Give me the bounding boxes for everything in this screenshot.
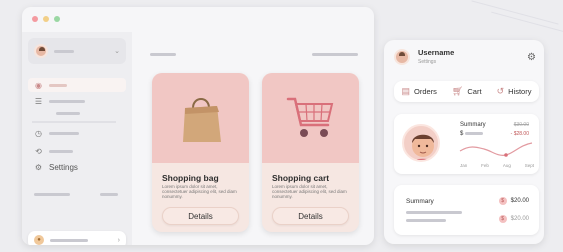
line-placeholder <box>406 219 446 222</box>
bottom-summary-card: Summary $ $20.00 $ $20.00 <box>394 185 539 235</box>
sidebar-item-profile[interactable]: ◉ <box>28 78 126 92</box>
clock-icon: ◷ <box>35 128 42 138</box>
gear-icon: ⚙ <box>34 162 43 172</box>
user-subtitle: Settings <box>418 59 437 65</box>
amount-row: $ $20.00 <box>498 197 529 205</box>
header-placeholder <box>150 53 176 56</box>
clipboard-icon: ▤ <box>401 86 411 96</box>
user-panel: Username Settings ⚙ ▤ Orders 🛒︎ Cart ↺ H… <box>384 40 544 244</box>
sidebar-subitem-placeholder <box>56 112 80 115</box>
product-card-bag: Shopping bag Lorem ipsum dolor sit amet,… <box>152 73 249 232</box>
user-portrait-image <box>412 134 434 160</box>
tab-label: Cart <box>467 87 482 96</box>
product-card-cart: Shopping cart Lorem ipsum dolor sit amet… <box>262 73 359 232</box>
coin-icon: ● <box>34 235 44 245</box>
sidebar-item-settings[interactable]: ⚙ Settings <box>28 160 126 174</box>
sidebar-footer-placeholder <box>34 193 70 196</box>
shopping-bag-icon <box>182 98 221 142</box>
gear-icon[interactable]: ⚙ <box>527 52 536 63</box>
month-label: Jan <box>460 163 468 168</box>
sidebar-footer-placeholder <box>100 193 118 196</box>
card-image <box>152 73 249 163</box>
sidebar-item-list[interactable]: ☰ <box>28 94 126 108</box>
header-placeholder <box>312 53 358 56</box>
username-placeholder <box>54 49 74 53</box>
window-controls <box>32 16 60 22</box>
account-pill-label <box>50 238 88 242</box>
card-description: Lorem ipsum dolor sit amet, consectetuer… <box>272 184 347 200</box>
details-button[interactable]: Details <box>162 207 239 225</box>
sidebar-item-label <box>49 99 85 103</box>
summary-card: Summary $ $30.00 - $28.00 Jan Feb Aug Se… <box>394 114 539 174</box>
card-title: Shopping bag <box>162 173 219 183</box>
chevron-right-icon: › <box>117 236 120 244</box>
cart-icon: 🛒︎ <box>451 86 464 96</box>
sparkline <box>459 142 533 157</box>
sidebar-divider <box>32 121 116 123</box>
history-icon: ↺ <box>496 86 505 96</box>
app-window: ⌄ ◉ ☰ ◷ ⟲ ⚙ Settings ● › Shopping bag Lo… <box>22 7 374 245</box>
card-image <box>262 73 359 163</box>
list-icon: ☰ <box>34 96 43 106</box>
tab-history[interactable]: ↺ History <box>497 86 532 97</box>
shopping-cart-icon <box>286 97 333 137</box>
maximize-dot[interactable] <box>54 16 60 22</box>
dollar-icon: $ <box>498 197 507 205</box>
panel-tabs: ▤ Orders 🛒︎ Cart ↺ History <box>394 81 539 102</box>
user-switcher[interactable]: ⌄ <box>28 38 126 64</box>
minimize-dot[interactable] <box>43 16 49 22</box>
chevron-down-icon: ⌄ <box>114 48 120 55</box>
month-label: Aug <box>502 163 511 168</box>
background-line <box>471 0 559 25</box>
summary-label: Summary <box>460 122 486 128</box>
card-title: Shopping cart <box>272 173 330 183</box>
panel-header: Username Settings <box>394 48 454 65</box>
month-label: Sept <box>524 163 534 168</box>
amount-row: $ $20.00 <box>498 215 529 223</box>
details-button[interactable]: Details <box>272 207 349 225</box>
tab-label: History <box>508 87 532 96</box>
user-icon: ◉ <box>35 80 42 90</box>
value-placeholder <box>465 131 484 135</box>
old-value: $30.00 <box>513 122 529 128</box>
avatar <box>34 44 48 58</box>
amount-value: $20.00 <box>510 216 529 222</box>
avatar <box>394 48 410 65</box>
tab-cart[interactable]: 🛒︎ Cart <box>452 86 482 97</box>
username: Username <box>418 48 455 57</box>
sidebar: ⌄ ◉ ☰ ◷ ⟲ ⚙ Settings ● › <box>22 32 132 245</box>
sidebar-item-sharing[interactable]: ⟲ <box>28 144 126 158</box>
sidebar-item-label: Settings <box>49 162 78 172</box>
card-description: Lorem ipsum dolor sit amet, consectetuer… <box>162 184 237 200</box>
account-pill[interactable]: ● › <box>28 231 126 245</box>
amount-value: $20.00 <box>510 198 529 204</box>
month-axis: Jan Feb Aug Sept <box>460 163 534 168</box>
tab-orders[interactable]: ▤ Orders <box>402 86 437 97</box>
share-icon: ⟲ <box>35 146 42 156</box>
line-placeholder <box>406 211 462 214</box>
tab-label: Orders <box>414 87 437 96</box>
sidebar-item-label <box>49 83 67 87</box>
summary-title: Summary <box>406 198 434 205</box>
dollar-icon: $ <box>498 215 507 223</box>
close-dot[interactable] <box>32 16 38 22</box>
sidebar-item-label <box>49 131 79 135</box>
user-portrait <box>402 124 440 162</box>
month-label: Feb <box>481 163 489 168</box>
sidebar-item-label <box>49 149 73 153</box>
sidebar-item-clock[interactable]: ◷ <box>28 126 126 140</box>
